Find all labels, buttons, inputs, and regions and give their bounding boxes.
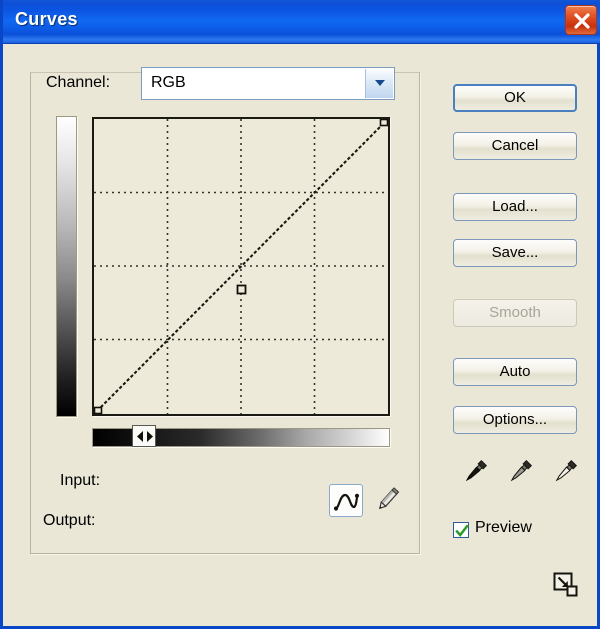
input-label: Input: <box>60 472 101 489</box>
curve-graph-plot <box>94 119 388 414</box>
resize-expand-icon <box>553 572 578 597</box>
eyedropper-black-icon <box>465 459 488 482</box>
save-button[interactable]: Save... <box>453 239 577 267</box>
channel-select[interactable]: RGB <box>141 67 395 100</box>
black-point-eyedropper[interactable] <box>461 458 489 486</box>
cancel-button[interactable]: Cancel <box>453 132 577 160</box>
pencil-tool-button[interactable] <box>371 484 403 516</box>
close-button[interactable] <box>565 5 597 35</box>
eyedropper-gray-icon <box>510 459 533 482</box>
curve-graph[interactable] <box>92 117 390 416</box>
white-point-eyedropper[interactable] <box>551 458 579 486</box>
chevron-down-icon[interactable] <box>365 69 393 98</box>
preview-label: Preview <box>475 519 532 536</box>
ok-button[interactable]: OK <box>453 84 577 112</box>
curve-tool-button[interactable] <box>329 484 363 517</box>
close-icon <box>574 13 590 29</box>
window-title: Curves <box>15 9 78 29</box>
options-button[interactable]: Options... <box>453 406 577 434</box>
vertical-tone-ramp <box>56 116 77 417</box>
curves-dialog-window: Curves Channel: RGB Input: Output: OK Ca… <box>0 0 600 629</box>
preview-checkbox[interactable] <box>453 522 469 538</box>
output-label: Output: <box>43 512 96 529</box>
load-button[interactable]: Load... <box>453 193 577 221</box>
gray-point-eyedropper[interactable] <box>506 458 534 486</box>
channel-selected-value: RGB <box>151 74 186 91</box>
left-right-arrows-icon <box>137 431 153 442</box>
vertical-tone-ramp-gradient <box>57 117 76 416</box>
resize-grip[interactable] <box>553 572 579 598</box>
channel-label: Channel: <box>46 74 111 91</box>
auto-button[interactable]: Auto <box>453 358 577 386</box>
pencil-icon <box>378 487 400 510</box>
curve-icon <box>333 493 360 511</box>
tone-ramp-slider-thumb[interactable] <box>132 425 156 447</box>
smooth-button: Smooth <box>453 299 577 327</box>
eyedropper-white-icon <box>555 459 578 482</box>
title-bar[interactable]: Curves <box>3 0 600 44</box>
checkmark-icon <box>455 524 469 537</box>
